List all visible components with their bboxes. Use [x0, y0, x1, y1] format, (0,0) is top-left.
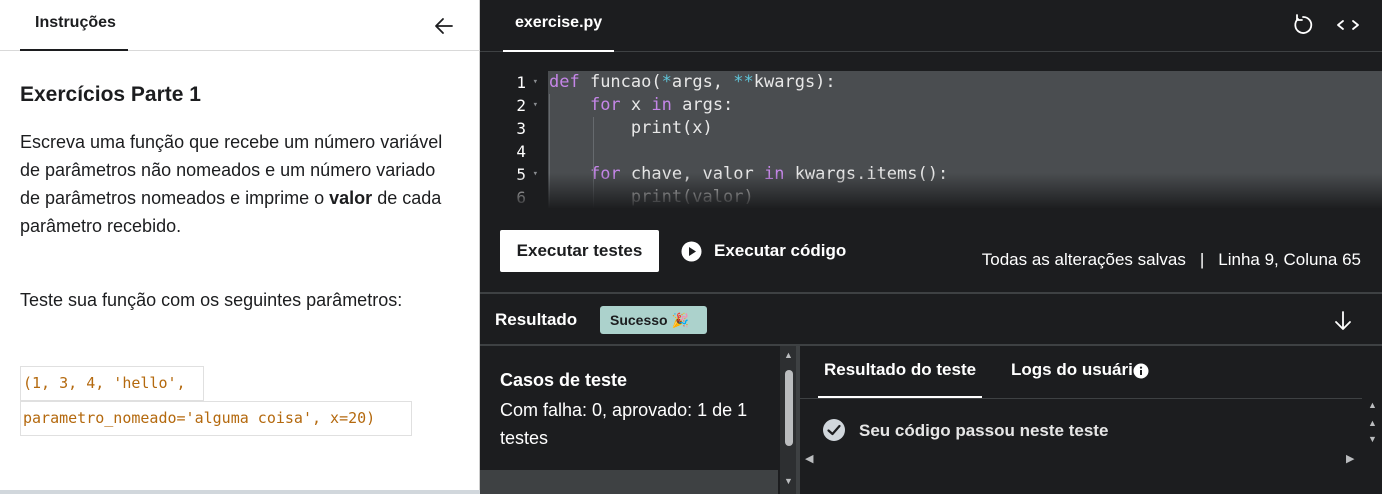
line-number: 1 ▾ — [516, 73, 538, 92]
test-cases-panel: Casos de teste Com falha: 0, aprovado: 1… — [480, 346, 796, 494]
code-line: (1, 3, 4, 'hello', — [20, 366, 204, 401]
scroll-left-icon[interactable]: ◀ — [805, 452, 813, 465]
editor-header: exercise.py — [480, 0, 1382, 52]
scroll-right-icon[interactable]: ▶ — [1346, 452, 1354, 465]
scrollbar[interactable]: ▲ ▲ ▼ — [1362, 398, 1382, 494]
test-passed-message: Seu código passou neste teste — [859, 421, 1109, 440]
editor-panel: exercise.py 1▾ 2▾ 3 4 5▾ 6 def funcao(*a… — [480, 0, 1382, 494]
run-code-label: Executar código — [714, 241, 847, 260]
line-number: 2 ▾ — [516, 96, 538, 115]
tab-user-logs[interactable]: Logs do usuário — [1011, 360, 1143, 380]
tab-test-result[interactable]: Resultado do teste — [818, 346, 983, 398]
scroll-down-icon[interactable]: ▼ — [1368, 434, 1377, 444]
divider — [0, 490, 480, 494]
divider — [800, 398, 1382, 399]
test-cases-title: Casos de teste — [500, 370, 628, 390]
desc-bold: valor — [329, 188, 373, 208]
test-case-item[interactable] — [480, 470, 778, 494]
arrow-down-icon[interactable] — [1332, 310, 1354, 332]
expand-icon[interactable] — [1336, 14, 1360, 36]
scrollbar-thumb[interactable] — [785, 370, 793, 446]
code-line: parametro_nomeado='alguma coisa', x=20) — [20, 401, 412, 436]
run-tests-button[interactable]: Executar testes — [500, 230, 659, 272]
reset-icon[interactable] — [1292, 13, 1314, 37]
status-badge: Sucesso 🎉 — [600, 306, 707, 334]
result-label: Resultado — [495, 310, 578, 329]
test-cases-summary: Com falha: 0, aprovado: 1 de 1 testes — [500, 400, 748, 448]
line-number: 4 — [516, 142, 526, 161]
code-line: print(x) — [549, 118, 713, 138]
scroll-up-icon[interactable]: ▲ — [784, 350, 793, 360]
test-instructions: Teste sua função com os seguintes parâme… — [20, 290, 403, 310]
inline-code-block: (1, 3, 4, 'hello', parametro_nomeado='al… — [20, 366, 412, 436]
code-editor[interactable]: 1▾ 2▾ 3 4 5▾ 6 def funcao(*args, **kwarg… — [480, 53, 1382, 208]
tab-instructions-label: Instruções — [35, 14, 116, 31]
info-icon[interactable] — [1133, 363, 1149, 379]
test-output-panel: Resultado do teste Logs do usuário Seu c… — [800, 346, 1382, 494]
cursor-position: Linha 9, Coluna 65 — [1218, 250, 1361, 269]
result-bar: Resultado Sucesso 🎉 — [480, 292, 1382, 346]
status-separator: | — [1199, 250, 1205, 269]
save-status: Todas as alterações salvas | Linha 9, Colu… — [982, 250, 1361, 270]
play-icon — [681, 241, 702, 262]
exercise-description: Escreva uma função que recebe um número … — [20, 128, 450, 240]
tab-file[interactable]: exercise.py — [503, 0, 615, 52]
line-number: 3 — [516, 119, 526, 138]
editor-fade — [480, 173, 1382, 208]
scroll-up-icon[interactable]: ▲ — [1368, 418, 1377, 428]
instructions-header: Instruções — [0, 0, 480, 51]
check-circle-icon — [823, 419, 845, 441]
tab-instructions[interactable]: Instruções — [20, 0, 128, 51]
scroll-up-icon[interactable]: ▲ — [1368, 400, 1377, 410]
code-line: def funcao(*args, **kwargs): — [549, 72, 836, 92]
exercise-title: Exercícios Parte 1 — [20, 83, 201, 106]
arrow-left-icon[interactable] — [432, 14, 456, 38]
saved-text: Todas as alterações salvas — [981, 250, 1186, 269]
scroll-down-icon[interactable]: ▼ — [784, 476, 793, 486]
code-line: for x in args: — [589, 95, 734, 115]
instructions-panel: Instruções Exercícios Parte 1 Escreva um… — [0, 0, 480, 494]
